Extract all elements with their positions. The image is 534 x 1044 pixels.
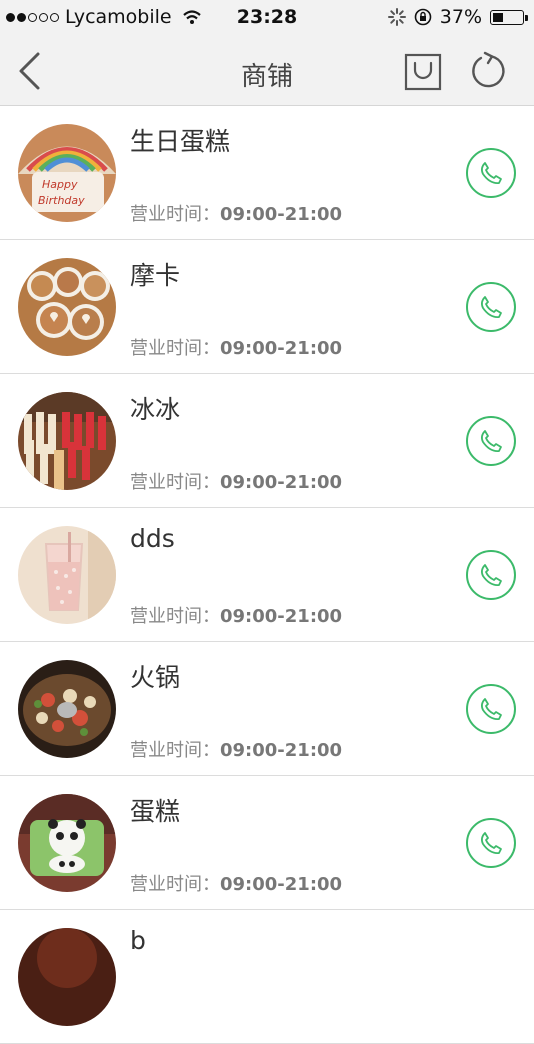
shop-avatar: Happy Birthday — [18, 124, 116, 222]
refresh-icon — [472, 51, 505, 88]
call-button[interactable] — [466, 818, 516, 868]
battery-percent: 37% — [439, 6, 482, 28]
shop-name: 冰冰 — [130, 395, 181, 424]
hours-value: 09:00-21:00 — [220, 204, 343, 225]
phone-icon — [480, 564, 502, 586]
shop-row[interactable]: b — [0, 910, 534, 1044]
shop-name: 火锅 — [130, 663, 181, 692]
shop-row[interactable]: Happy Birthday 生日蛋糕 营业时间：09:00-21:00 — [0, 106, 534, 240]
shop-row[interactable]: 冰冰 营业时间：09:00-21:00 — [0, 374, 534, 508]
activity-spinner-icon — [387, 8, 406, 26]
hours-label: 营业时间： — [130, 740, 220, 761]
shop-name: 生日蛋糕 — [130, 127, 231, 156]
hours-label: 营业时间： — [130, 338, 220, 359]
hours-label: 营业时间： — [130, 204, 220, 225]
phone-icon — [480, 698, 502, 720]
call-button[interactable] — [466, 282, 516, 332]
battery-icon — [490, 9, 528, 25]
hours-value: 09:00-21:00 — [220, 874, 343, 895]
refresh-button[interactable] — [468, 51, 508, 91]
call-button[interactable] — [466, 416, 516, 466]
shop-avatar — [18, 928, 116, 1026]
shop-avatar — [18, 794, 116, 892]
navigation-bar: 商铺 — [0, 36, 534, 106]
call-button[interactable] — [466, 684, 516, 734]
page-title: 商铺 — [240, 62, 293, 92]
shop-hours: 营业时间：09:00-21:00 — [130, 736, 342, 762]
shop-hours: 营业时间：09:00-21:00 — [130, 468, 342, 494]
shop-hours: 营业时间：09:00-21:00 — [130, 334, 342, 360]
shopping-bag-icon — [404, 53, 442, 91]
shop-name: b — [130, 926, 146, 955]
shop-row[interactable]: dds 营业时间：09:00-21:00 — [0, 508, 534, 642]
hours-label: 营业时间： — [130, 472, 220, 493]
phone-icon — [480, 296, 502, 318]
call-button[interactable] — [466, 550, 516, 600]
shop-name: 摩卡 — [130, 261, 181, 290]
svg-text:Happy: Happy — [42, 178, 78, 191]
hours-value: 09:00-21:00 — [220, 338, 343, 359]
phone-icon — [480, 832, 502, 854]
shop-avatar — [18, 258, 116, 356]
hours-value: 09:00-21:00 — [220, 606, 343, 627]
shop-hours: 营业时间：09:00-21:00 — [130, 200, 342, 226]
shop-avatar — [18, 392, 116, 490]
shop-list: Happy Birthday 生日蛋糕 营业时间：09:00-21:00 摩卡 … — [0, 106, 534, 1044]
phone-icon — [480, 162, 502, 184]
status-bar: Lycamobile 23:28 37% — [0, 0, 534, 36]
svg-text:Birthday: Birthday — [38, 194, 85, 207]
hours-label: 营业时间： — [130, 606, 220, 627]
hours-value: 09:00-21:00 — [220, 472, 343, 493]
orientation-lock-icon — [414, 8, 432, 26]
shop-row[interactable]: 火锅 营业时间：09:00-21:00 — [0, 642, 534, 776]
shop-name: dds — [130, 524, 175, 553]
hours-label: 营业时间： — [130, 874, 220, 895]
hours-value: 09:00-21:00 — [220, 740, 343, 761]
shop-row[interactable]: 蛋糕 营业时间：09:00-21:00 — [0, 776, 534, 910]
call-button[interactable] — [466, 148, 516, 198]
shop-hours: 营业时间：09:00-21:00 — [130, 602, 342, 628]
shop-avatar — [18, 660, 116, 758]
shop-name: 蛋糕 — [130, 797, 181, 826]
shop-row[interactable]: 摩卡 营业时间：09:00-21:00 — [0, 240, 534, 374]
phone-icon — [480, 430, 502, 452]
shop-hours: 营业时间：09:00-21:00 — [130, 870, 342, 896]
shopping-bag-button[interactable] — [404, 53, 442, 91]
shop-avatar — [18, 526, 116, 624]
status-right: 37% — [387, 6, 528, 28]
